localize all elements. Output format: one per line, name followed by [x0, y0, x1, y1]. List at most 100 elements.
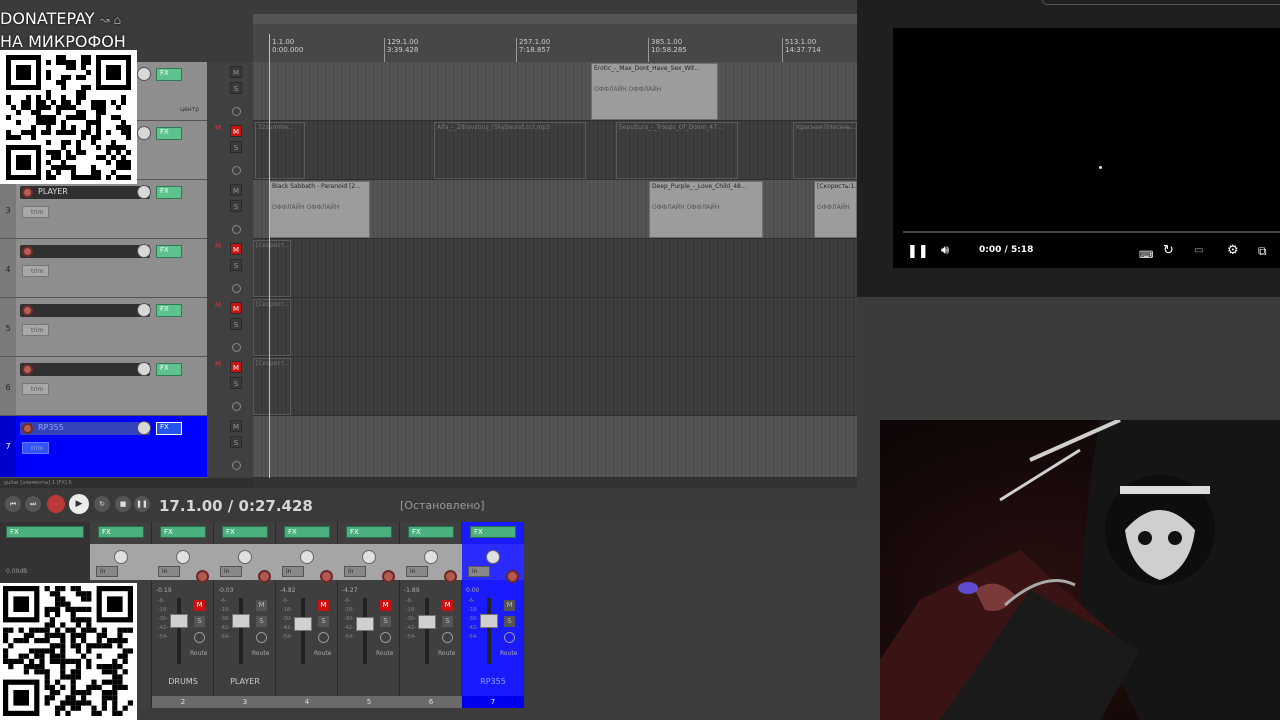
phase-icon[interactable] — [232, 225, 241, 234]
trim-button[interactable]: trim — [22, 383, 49, 395]
pan-knob[interactable] — [114, 550, 128, 564]
mixer-strip-5[interactable]: FX in -4.27 -6- -18- -30- -42- -54- M S Rout… — [338, 522, 400, 708]
pan-knob[interactable] — [486, 550, 500, 564]
input-button[interactable]: in — [96, 566, 118, 577]
mute-button[interactable]: M — [504, 600, 515, 611]
solo-button[interactable]: S — [194, 616, 205, 627]
subtitles-icon[interactable]: ▭ — [1194, 245, 1203, 256]
media-item[interactable]: Sepultura_-_Troops_Of_Doom_47... — [616, 122, 738, 179]
record-arm-button[interactable] — [196, 570, 209, 583]
record-arm-button[interactable] — [22, 423, 33, 434]
pause-icon[interactable]: ❚❚ — [907, 244, 929, 259]
fader-handle[interactable] — [232, 614, 250, 628]
fx-button[interactable]: FX — [156, 68, 182, 81]
solo-button[interactable]: S — [230, 141, 242, 153]
track-6[interactable]: 6 FX trim — [0, 357, 207, 416]
mute-button[interactable]: M — [230, 125, 242, 137]
mixer-strip-6[interactable]: FX in -1.89 -6- -18- -30- -42- -54- M S Rout… — [400, 522, 462, 708]
fx-button[interactable]: FX — [156, 245, 182, 258]
input-button[interactable]: in — [282, 566, 304, 577]
fader-handle[interactable] — [170, 614, 188, 628]
media-item[interactable]: Erotic_-_Max_Dont_Have_Sex_Wit... ОФФЛАЙ… — [591, 63, 718, 120]
volume-knob[interactable] — [137, 244, 151, 258]
fader-track[interactable] — [301, 598, 305, 664]
phase-icon[interactable] — [232, 284, 241, 293]
fullscreen-icon[interactable]: ⧉ — [1258, 244, 1267, 259]
fx-button[interactable]: FX — [160, 526, 206, 538]
phase-icon[interactable] — [256, 632, 267, 643]
input-button[interactable]: in — [406, 566, 428, 577]
phase-icon[interactable] — [232, 107, 241, 116]
volume-knob[interactable] — [137, 421, 151, 435]
trim-button[interactable]: trim — [22, 442, 49, 454]
phase-icon[interactable] — [380, 632, 391, 643]
mute-button[interactable]: M — [256, 600, 267, 611]
mute-button[interactable]: M — [230, 361, 242, 373]
record-arm-button[interactable] — [382, 570, 395, 583]
solo-button[interactable]: S — [256, 616, 267, 627]
solo-button[interactable]: S — [230, 259, 242, 271]
record-arm-button[interactable] — [258, 570, 271, 583]
fader-handle[interactable] — [480, 614, 498, 628]
mute-button[interactable]: M — [230, 184, 242, 196]
route-button[interactable]: Route — [252, 650, 269, 657]
fx-button[interactable]: FX — [284, 526, 330, 538]
go-to-end-icon[interactable]: ⏭ — [25, 496, 41, 512]
track-5[interactable]: 5 FX trim — [0, 298, 207, 357]
trim-button[interactable]: trim — [22, 324, 49, 336]
fx-button[interactable]: FX — [156, 363, 182, 376]
pan-knob[interactable] — [176, 550, 190, 564]
media-item[interactable]: Black Sabbath - Paranoid [2... ОФФЛАЙН О… — [269, 181, 370, 238]
media-item[interactable]: 32summe... — [255, 122, 305, 179]
route-button[interactable]: Route — [438, 650, 455, 657]
fx-button[interactable]: FX — [98, 526, 144, 538]
fx-button[interactable]: FX — [156, 422, 182, 435]
mute-button[interactable]: M — [380, 600, 391, 611]
volume-knob[interactable] — [137, 303, 151, 317]
phase-icon[interactable] — [232, 166, 241, 175]
fader-track[interactable] — [487, 598, 491, 664]
fx-button[interactable]: FX — [156, 127, 182, 140]
record-arm-button[interactable] — [320, 570, 333, 583]
media-item[interactable]: [Скорость:1... ОФФЛАЙН — [814, 181, 857, 238]
playhead-cursor[interactable] — [269, 34, 270, 478]
mute-button[interactable]: M — [230, 302, 242, 314]
go-to-start-icon[interactable]: ⏮ — [5, 496, 21, 512]
volume-knob[interactable] — [137, 126, 151, 140]
fader-track[interactable] — [363, 598, 367, 664]
volume-icon[interactable]: 🔊︎ — [941, 243, 949, 258]
phase-icon[interactable] — [232, 402, 241, 411]
track-lane[interactable]: Erotic_-_Max_Dont_Have_Sex_Wit... ОФФЛАЙ… — [253, 62, 857, 121]
media-item[interactable]: [Скорост... — [253, 358, 291, 415]
record-arm-button[interactable] — [22, 187, 33, 198]
gear-icon[interactable]: ⚙ — [1227, 243, 1239, 258]
input-button[interactable]: in — [220, 566, 242, 577]
fx-button[interactable]: FX — [156, 186, 182, 199]
fader-handle[interactable] — [418, 615, 436, 629]
track-name-field[interactable] — [20, 304, 150, 317]
media-item[interactable]: [Скорост... — [253, 299, 291, 356]
phase-icon[interactable] — [442, 632, 453, 643]
fader-track[interactable] — [177, 598, 181, 664]
pan-knob[interactable] — [238, 550, 252, 564]
record-arm-button[interactable] — [506, 570, 519, 583]
fx-button[interactable]: FX — [156, 304, 182, 317]
track-7[interactable]: 7 RP355 FX trim — [0, 416, 207, 478]
video-progress-bar[interactable] — [903, 231, 1280, 233]
fader-handle[interactable] — [294, 617, 312, 631]
horizontal-scrollbar[interactable] — [253, 478, 857, 488]
media-item[interactable]: Deep_Purple_-_Love_Child_48... ОФФЛАЙН О… — [649, 181, 763, 238]
mixer-strip-4[interactable]: FX in -4.82 -6- -18- -30- -42- -54- M S Rout… — [276, 522, 338, 708]
play-button[interactable]: ▶ — [69, 494, 89, 514]
media-item[interactable]: Красная Плесень... — [793, 122, 857, 179]
track-lane[interactable]: Black Sabbath - Paranoid [2... ОФФЛАЙН О… — [253, 180, 857, 239]
solo-button[interactable]: S — [442, 616, 453, 627]
input-button[interactable]: in — [468, 566, 490, 577]
solo-button[interactable]: S — [230, 82, 242, 94]
phase-icon[interactable] — [504, 632, 515, 643]
mute-button[interactable]: M — [442, 600, 453, 611]
fx-button[interactable]: FX — [346, 526, 392, 538]
track-3[interactable]: 3 PLAYER FX trim — [0, 180, 207, 239]
track-lane[interactable]: [Скорост... — [253, 239, 857, 298]
mute-button[interactable]: M — [230, 66, 242, 78]
